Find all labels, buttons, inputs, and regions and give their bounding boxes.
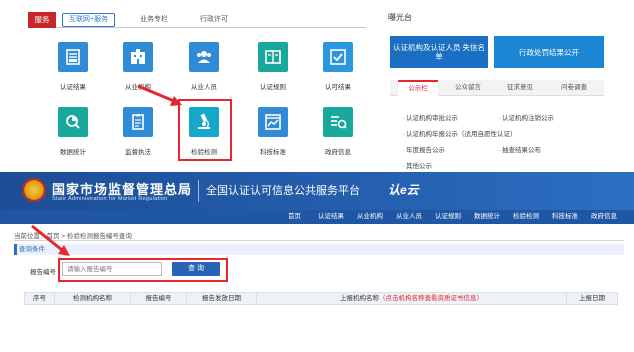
penalty-results-banner[interactable]: 行政处罚结果公开	[494, 36, 604, 68]
col-upload-org-text: 上报机构名称	[340, 295, 379, 302]
checklist-icon	[323, 42, 353, 72]
service-cert-rules[interactable]: 认证规则	[244, 42, 302, 91]
site-header: 国家市场监督管理总局 State Administration for Mark…	[0, 172, 634, 210]
col-upload-org-note: （点击机构名称查看资质证书信息）	[379, 295, 483, 302]
service-label: 数据统计	[60, 149, 86, 156]
col-seq: 序号	[25, 293, 55, 304]
red-arrow-icon	[31, 224, 70, 256]
link-approval-notice[interactable]: · 认证机构审批公示	[402, 112, 458, 122]
nav-personnel[interactable]: 从业人员	[396, 210, 422, 224]
service-label: 政府信息	[325, 149, 351, 156]
service-accreditation[interactable]: 认可结果	[309, 42, 367, 91]
nav-data-stats[interactable]: 数据统计	[474, 210, 500, 224]
tab-bulletin[interactable]: 公示栏	[398, 80, 438, 96]
highlight-inspection-box	[178, 99, 232, 161]
link-year-report[interactable]: · 年度报告公示	[402, 144, 445, 154]
service-label: 科技标准	[260, 149, 286, 156]
institution-icon	[123, 42, 153, 72]
col-upload-date: 上报日期	[579, 295, 605, 302]
tab-public-message[interactable]: 公众留言	[448, 80, 488, 96]
col-upload-org: 上报机构名称（点击机构名称查看资质证书信息）	[257, 293, 567, 304]
nav-home[interactable]: 首页	[288, 210, 301, 224]
info-list-icon	[323, 107, 353, 137]
link-other-notice[interactable]: · 其他公示	[402, 160, 432, 170]
nav-cert-result[interactable]: 认证结果	[318, 210, 344, 224]
report-query-screenshot: 国家市场监督管理总局 State Administration for Mark…	[0, 172, 634, 352]
tab-admin-permit[interactable]: 行政许可	[200, 12, 228, 28]
service-data-stats[interactable]: 数据统计	[44, 107, 102, 156]
exposure-sidebar: 曝光台 认证机构及认证人员 失信名单 行政处罚结果公开 公示栏 公众留言 征求意…	[378, 0, 604, 172]
link-text: 认证机构审批公示	[405, 115, 458, 122]
link-text: 年度报告公示	[405, 147, 445, 154]
link-text: 抽查结果公布	[501, 147, 541, 154]
nav-cert-rules[interactable]: 认证规则	[435, 210, 461, 224]
col-issue-date: 报告发放日期	[187, 293, 257, 304]
tab-survey[interactable]: 问卷调查	[554, 80, 594, 96]
header-subtitle: 全国认证认可信息公共服务平台	[206, 185, 360, 197]
report-number-label: 报告编号	[30, 269, 56, 276]
results-table-header: 序号 检测机构名称 报告编号 报告发放日期 上报机构名称（点击机构名称查看资质证…	[24, 292, 618, 305]
tab-business-column[interactable]: 业务专栏	[140, 12, 168, 28]
link-text: 认证机构注销公示	[501, 115, 554, 122]
link-text: 其他公示	[405, 163, 432, 170]
national-emblem-icon	[22, 178, 46, 202]
certificate-result-icon	[58, 42, 88, 72]
dishonest-list-banner[interactable]: 认证机构及认证人员 失信名单	[390, 36, 488, 68]
red-arrow-icon	[137, 84, 182, 106]
service-tech-standards[interactable]: 科技标准	[244, 107, 302, 156]
service-tabbar: 服务 互联网+服务 业务专栏 行政许可	[28, 12, 366, 28]
breadcrumb-divider	[14, 240, 624, 241]
clipboard-icon	[123, 107, 153, 137]
service-label: 监督执法	[125, 149, 151, 156]
banner-text: 认证机构及认证人员 失信名单	[392, 43, 486, 61]
data-stats-icon	[58, 107, 88, 137]
nav-institution[interactable]: 从业机构	[357, 210, 383, 224]
sidebar-title: 曝光台	[388, 13, 412, 22]
tab-service[interactable]: 服务	[28, 12, 56, 28]
query-condition-bar: 查询条件	[14, 244, 624, 255]
nav-inspection[interactable]: 检验检测	[513, 210, 539, 224]
service-label: 认可结果	[325, 84, 351, 91]
col-report-no: 报告编号	[131, 293, 187, 304]
link-annual-report-notice[interactable]: · 认证机构年报公示（适用自愿性认证）	[402, 128, 516, 138]
link-text: 认证机构年报公示（适用自愿性认证）	[405, 131, 517, 138]
browser-chart-icon	[258, 107, 288, 137]
link-spot-check[interactable]: · 抽查结果公布	[498, 144, 541, 154]
header-divider	[198, 180, 199, 202]
tab-solicit-opinion[interactable]: 征求意见	[500, 80, 540, 96]
portal-top-screenshot: 服务 互联网+服务 业务专栏 行政许可 认证结果 从业机构 从业人员 认证规则 …	[0, 0, 634, 172]
service-supervision[interactable]: 监督执法	[109, 107, 167, 156]
service-label: 认证规则	[260, 84, 286, 91]
service-cert-result[interactable]: 认证结果	[44, 42, 102, 91]
renyiyun-logo: 认e云	[388, 183, 419, 197]
service-gov-info[interactable]: 政府信息	[309, 107, 367, 156]
banner-text: 行政处罚结果公开	[519, 47, 579, 57]
link-cancellation-notice[interactable]: · 认证机构注销公示	[498, 112, 554, 122]
header-title-en: State Administration for Market Regulati…	[52, 196, 168, 202]
highlight-query-box	[58, 258, 228, 282]
nav-tech-standards[interactable]: 科技标准	[552, 210, 578, 224]
sidebar-tabs: 公示栏 公众留言 征求意见 问卷调查	[390, 80, 604, 96]
rule-book-icon	[258, 42, 288, 72]
nav-gov-info[interactable]: 政府信息	[591, 210, 617, 224]
col-org: 检测机构名称	[55, 293, 131, 304]
main-nav: 首页 认证结果 从业机构 从业人员 认证规则 数据统计 检验检测 科技标准 政府…	[0, 210, 634, 224]
personnel-icon	[189, 42, 219, 72]
tab-internet-plus[interactable]: 互联网+服务	[62, 13, 116, 27]
service-label: 认证结果	[60, 84, 86, 91]
